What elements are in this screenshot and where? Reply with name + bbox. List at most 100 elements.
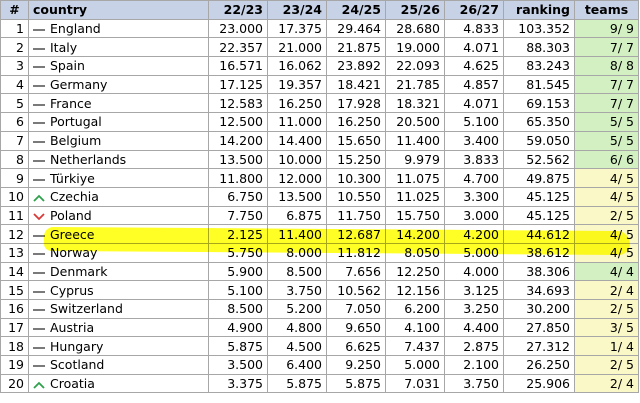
season-23-24-cell: 17.375: [267, 18, 327, 39]
ranking-cell: 59.050: [503, 130, 575, 151]
country-name[interactable]: France: [50, 96, 92, 111]
season-26-27-cell: 5.100: [444, 112, 504, 132]
season-26-27-cell: 4.857: [444, 74, 504, 95]
season-22-23-cell: 5.900: [208, 261, 268, 282]
country-name[interactable]: Switzerland: [50, 301, 123, 316]
country-name[interactable]: Denmark: [50, 264, 107, 279]
table-row[interactable]: 11 Poland 7.750 6.875 11.750 15.750 3.000 45.12…: [0, 205, 639, 226]
teams-cell: 2/ 4: [574, 280, 639, 300]
teams-cell: 3/ 5: [574, 317, 639, 338]
season-22-23-cell: 16.571: [208, 56, 268, 76]
ranking-cell: 45.125: [503, 186, 575, 207]
season-23-24-cell: 5.875: [267, 373, 327, 394]
rank-cell: 3: [0, 56, 29, 76]
country-name[interactable]: Hungary: [50, 339, 103, 354]
season-25-26-cell: 20.500: [385, 112, 445, 132]
rank-cell: 4: [0, 74, 29, 95]
ranking-cell: 49.875: [503, 168, 575, 188]
season-25-26-cell: 22.093: [385, 56, 445, 76]
table-row[interactable]: 19 Scotland 3.500 6.400 9.250 5.000 2.100 26.25…: [0, 355, 639, 375]
season-22-23-cell: 5.750: [208, 242, 268, 263]
country-name[interactable]: Belgium: [50, 133, 101, 148]
header-rank[interactable]: #: [0, 0, 29, 20]
teams-cell: 7/ 7: [574, 93, 639, 114]
country-name[interactable]: Norway: [50, 245, 97, 260]
season-24-25-cell: 18.421: [326, 74, 386, 95]
rank-cell: 6: [0, 112, 29, 132]
country-name[interactable]: Austria: [50, 320, 94, 335]
table-row[interactable]: 7 Belgium 14.200 14.400 15.650 11.400 3.400 59.…: [0, 130, 639, 151]
ranking-cell: 69.153: [503, 93, 575, 114]
trend-flat-icon: [31, 135, 47, 148]
trend-up-icon: [31, 378, 47, 391]
season-26-27-cell: 4.200: [444, 224, 504, 244]
season-25-26-cell: 7.031: [385, 373, 445, 394]
table-row[interactable]: 5 France 12.583 16.250 17.928 18.321 4.071 69.1…: [0, 93, 639, 114]
table-row[interactable]: 18 Hungary 5.875 4.500 6.625 7.437 2.875 27.312…: [0, 336, 639, 357]
season-24-25-cell: 10.550: [326, 186, 386, 207]
country-cell: Netherlands: [28, 149, 209, 170]
season-23-24-cell: 4.500: [267, 336, 327, 357]
country-name[interactable]: Portugal: [50, 114, 102, 129]
trend-down-icon: [31, 210, 47, 223]
season-25-26-cell: 7.437: [385, 336, 445, 357]
header-teams[interactable]: teams: [574, 0, 639, 20]
season-22-23-cell: 17.125: [208, 74, 268, 95]
country-name[interactable]: Germany: [50, 77, 107, 92]
ranking-cell: 30.200: [503, 299, 575, 319]
header-season-23-24[interactable]: 23/24: [267, 0, 327, 20]
table-row[interactable]: 20 Croatia 3.375 5.875 5.875 7.031 3.750 25.906…: [0, 373, 639, 394]
season-23-24-cell: 11.000: [267, 112, 327, 132]
header-season-25-26[interactable]: 25/26: [385, 0, 445, 20]
table-row[interactable]: 15 Cyprus 5.100 3.750 10.562 12.156 3.125 34.69…: [0, 280, 639, 300]
country-name[interactable]: England: [50, 21, 101, 36]
country-name[interactable]: Cyprus: [50, 283, 94, 298]
country-name[interactable]: Italy: [50, 40, 77, 55]
season-26-27-cell: 3.833: [444, 149, 504, 170]
country-name[interactable]: Netherlands: [50, 152, 126, 167]
season-26-27-cell: 4.700: [444, 168, 504, 188]
ranking-cell: 52.562: [503, 149, 575, 170]
header-ranking[interactable]: ranking: [503, 0, 575, 20]
rank-cell: 1: [0, 18, 29, 39]
country-name[interactable]: Czechia: [50, 189, 99, 204]
table-row[interactable]: 17 Austria 4.900 4.800 9.650 4.100 4.400 27.850…: [0, 317, 639, 338]
season-23-24-cell: 10.000: [267, 149, 327, 170]
season-23-24-cell: 4.800: [267, 317, 327, 338]
table-row[interactable]: 4 Germany 17.125 19.357 18.421 21.785 4.857 81.…: [0, 74, 639, 95]
season-25-26-cell: 11.400: [385, 130, 445, 151]
table-row[interactable]: 12 Greece 2.125 11.400 12.687 14.200 4.200 44.6…: [0, 224, 639, 244]
table-row[interactable]: 10 Czechia 6.750 13.500 10.550 11.025 3.300 45.…: [0, 186, 639, 207]
country-name[interactable]: Scotland: [50, 357, 104, 372]
header-season-22-23[interactable]: 22/23: [208, 0, 268, 20]
table-row[interactable]: 14 Denmark 5.900 8.500 7.656 12.250 4.000 38.30…: [0, 261, 639, 282]
season-23-24-cell: 3.750: [267, 280, 327, 300]
table-row[interactable]: 1 England 23.000 17.375 29.464 28.680 4.833 103…: [0, 18, 639, 39]
table-row[interactable]: 2 Italy 22.357 21.000 21.875 19.000 4.071 88.30…: [0, 37, 639, 58]
teams-cell: 4/ 5: [574, 242, 639, 263]
season-26-27-cell: 2.100: [444, 355, 504, 375]
country-name[interactable]: Spain: [50, 58, 85, 73]
country-name[interactable]: Greece: [50, 227, 95, 242]
season-24-25-cell: 15.650: [326, 130, 386, 151]
table-row[interactable]: 13 Norway 5.750 8.000 11.812 8.050 5.000 38.612…: [0, 242, 639, 263]
season-24-25-cell: 9.650: [326, 317, 386, 338]
header-season-24-25[interactable]: 24/25: [326, 0, 386, 20]
country-cell: Hungary: [28, 336, 209, 357]
table-row[interactable]: 8 Netherlands 13.500 10.000 15.250 9.979 3.833…: [0, 149, 639, 170]
header-season-26-27[interactable]: 26/27: [444, 0, 504, 20]
season-23-24-cell: 16.062: [267, 56, 327, 76]
table-row[interactable]: 6 Portugal 12.500 11.000 16.250 20.500 5.100 65…: [0, 112, 639, 132]
season-25-26-cell: 18.321: [385, 93, 445, 114]
header-country[interactable]: country: [28, 0, 209, 20]
rank-cell: 19: [0, 355, 29, 375]
country-name[interactable]: Türkiye: [50, 171, 95, 186]
table-row[interactable]: 3 Spain 16.571 16.062 23.892 22.093 4.625 83.24…: [0, 56, 639, 76]
country-name[interactable]: Croatia: [50, 376, 95, 391]
table-row[interactable]: 16 Switzerland 8.500 5.200 7.050 6.200 3.250 30…: [0, 299, 639, 319]
season-26-27-cell: 4.071: [444, 37, 504, 58]
rank-cell: 20: [0, 373, 29, 394]
season-24-25-cell: 6.625: [326, 336, 386, 357]
table-row[interactable]: 9 Türkiye 11.800 12.000 10.300 11.075 4.700 49.…: [0, 168, 639, 188]
country-name[interactable]: Poland: [50, 208, 92, 223]
